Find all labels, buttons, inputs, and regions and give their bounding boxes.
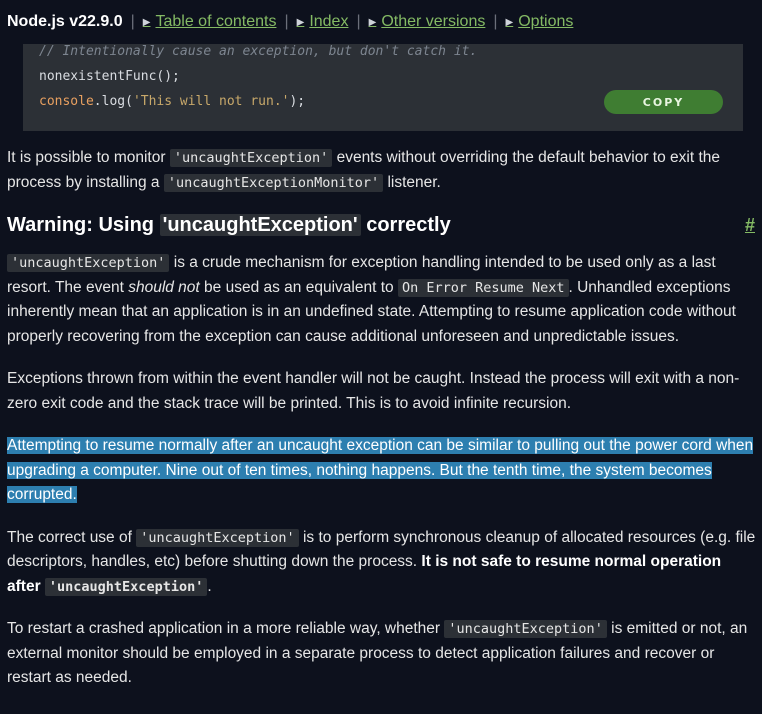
inline-code: 'uncaughtException' bbox=[44, 577, 208, 596]
paragraph-power-cord: Attempting to resume normally after an u… bbox=[7, 434, 759, 508]
paragraph-correct-use: The correct use of 'uncaughtException' i… bbox=[7, 528, 756, 596]
code-token-object: console bbox=[39, 94, 94, 109]
paragraph-restart: To restart a crashed application in a mo… bbox=[7, 620, 748, 686]
copy-button[interactable]: COPY bbox=[604, 90, 723, 114]
version-title: Node.js v22.9.0 bbox=[7, 13, 123, 30]
nav-link-options[interactable]: ▶ Options bbox=[506, 13, 574, 31]
code-line-call: nonexistentFunc(); bbox=[39, 69, 180, 84]
triangle-right-icon: ▶ bbox=[505, 16, 514, 28]
triangle-right-icon: ▶ bbox=[296, 16, 305, 28]
code-token-string: 'This will not run.' bbox=[132, 94, 290, 109]
heading-text: Warning: Using 'uncaughtException' corre… bbox=[7, 214, 451, 236]
paragraph-monitor: It is possible to monitor 'uncaughtExcep… bbox=[7, 149, 721, 192]
code-token-end: ); bbox=[289, 94, 306, 109]
inline-code: On Error Resume Next bbox=[397, 278, 569, 297]
heading-code: 'uncaughtException' bbox=[159, 214, 361, 236]
paragraph-crude-mechanism: 'uncaughtException' is a crude mechanism… bbox=[7, 254, 736, 345]
inline-code: 'uncaughtException' bbox=[7, 254, 170, 272]
code-line-comment: // Intentionally cause an exception, but… bbox=[39, 44, 478, 59]
code-token-method: .log( bbox=[93, 94, 133, 109]
separator: | bbox=[356, 13, 361, 30]
triangle-right-icon: ▶ bbox=[142, 16, 151, 28]
code-block: // Intentionally cause an exception, but… bbox=[23, 44, 743, 131]
nav-link-label: Index bbox=[309, 13, 349, 30]
nav-link-label: Other versions bbox=[381, 13, 486, 30]
selected-text: Attempting to resume normally after an u… bbox=[7, 437, 754, 503]
heading-anchor-link[interactable]: # bbox=[745, 211, 755, 239]
nav-link-other-versions[interactable]: ▶ Other versions bbox=[369, 13, 486, 31]
separator: | bbox=[493, 13, 498, 30]
nav-link-label: Table of contents bbox=[155, 13, 277, 30]
triangle-right-icon: ▶ bbox=[368, 16, 377, 28]
inline-code: 'uncaughtException' bbox=[169, 149, 333, 167]
paragraph-recursion: Exceptions thrown from within the event … bbox=[7, 370, 740, 412]
nav-link-table-of-contents[interactable]: ▶ Table of contents bbox=[143, 13, 277, 31]
inline-code: 'uncaughtException' bbox=[136, 528, 299, 547]
separator: | bbox=[284, 13, 289, 30]
nav-link-label: Options bbox=[518, 13, 574, 30]
doc-content: It is possible to monitor 'uncaughtExcep… bbox=[7, 146, 759, 691]
top-navigation-bar: Node.js v22.9.0 | ▶ Table of contents | … bbox=[0, 0, 762, 44]
code-line-console: console.log('This will not run.'); bbox=[39, 94, 305, 109]
nav-link-index[interactable]: ▶ Index bbox=[297, 13, 349, 31]
section-heading: Warning: Using 'uncaughtException' corre… bbox=[7, 211, 759, 239]
separator: | bbox=[130, 13, 135, 30]
inline-code: 'uncaughtException' bbox=[444, 620, 607, 638]
inline-code: 'uncaughtExceptionMonitor' bbox=[163, 173, 384, 192]
